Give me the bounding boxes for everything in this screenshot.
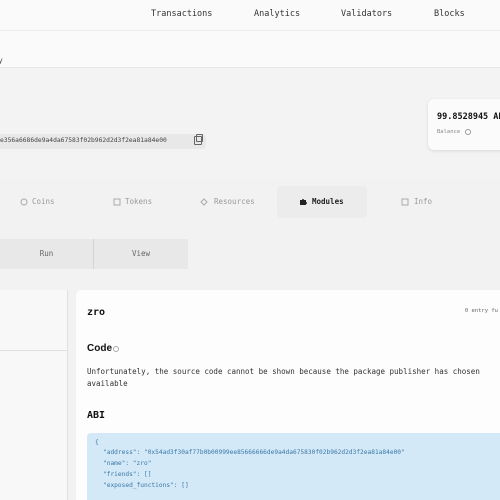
account-address: e356a6686de9a4da67583f02b962d2d3f2ea81a8…	[0, 134, 206, 149]
abi-line: "friends": []	[103, 471, 152, 478]
info-icon[interactable]	[113, 346, 119, 352]
info-icon	[401, 198, 409, 206]
abi-line: "address": "0x54ad3f30af77b0b00999ee8566…	[103, 449, 405, 456]
tab-info-label: Info	[414, 197, 433, 206]
tab-info[interactable]: Info	[401, 186, 451, 218]
tab-modules[interactable]: Modules	[277, 186, 367, 218]
code-message-line: available	[87, 379, 128, 388]
code-unavailable-message: Unfortunately, the source code cannot be…	[87, 366, 500, 390]
module-name: zro	[87, 307, 106, 318]
abi-line: "name": "zro"	[103, 460, 152, 467]
sub-tab-view[interactable]: View	[94, 239, 188, 269]
puzzle-icon	[300, 199, 307, 205]
tab-resources[interactable]: Resources	[200, 186, 270, 218]
tab-resources-label: Resources	[214, 197, 255, 206]
tab-tokens-label: Tokens	[125, 197, 153, 206]
tab-tokens[interactable]: Tokens	[113, 186, 173, 218]
info-icon[interactable]	[465, 129, 471, 135]
nav-blocks[interactable]: Blocks	[434, 9, 465, 19]
abi-line: {	[95, 439, 99, 446]
sub-tab-view-label: View	[131, 249, 151, 258]
nav-transactions[interactable]: Transactions	[151, 9, 212, 19]
tokens-icon	[113, 198, 121, 206]
balance-amount: 99.8528945 AP	[437, 112, 500, 122]
tab-coins[interactable]: Coins	[20, 186, 80, 218]
resources-icon	[200, 198, 208, 206]
nav-analytics[interactable]: Analytics	[254, 9, 300, 19]
tab-modules-label: Modules	[312, 197, 344, 206]
module-list	[0, 290, 68, 500]
abi-json-block: { "address": "0x54ad3f30af77b0b00999ee85…	[87, 433, 500, 500]
code-heading: Code	[87, 343, 112, 354]
top-navigation: Transactions Analytics Validators Blocks	[0, 0, 500, 30]
breadcrumb: y	[0, 30, 500, 68]
balance-card: 99.8528945 AP Balance	[428, 99, 500, 150]
sub-tab-run-label: Run	[39, 249, 54, 258]
entry-function-count: 0 entry fu	[464, 308, 498, 314]
module-detail: zro 0 entry fu Code Unfortunately, the s…	[76, 290, 500, 500]
nav-validators[interactable]: Validators	[341, 9, 392, 19]
sub-tab-run[interactable]: Run	[0, 239, 93, 269]
abi-heading: ABI	[87, 410, 106, 421]
breadcrumb-text: y	[0, 56, 3, 65]
abi-line: "exposed_functions": []	[103, 482, 189, 489]
code-message-line: Unfortunately, the source code cannot be…	[87, 367, 480, 376]
tab-coins-label: Coins	[32, 197, 55, 206]
balance-label: Balance	[437, 129, 461, 135]
account-header	[0, 68, 500, 178]
divider	[0, 350, 68, 351]
copy-icon[interactable]	[194, 134, 203, 145]
account-tabs: Coins Tokens Resources Modules Info	[0, 186, 500, 218]
coins-icon	[20, 198, 28, 206]
module-sub-tabs: Run View	[0, 239, 500, 276]
